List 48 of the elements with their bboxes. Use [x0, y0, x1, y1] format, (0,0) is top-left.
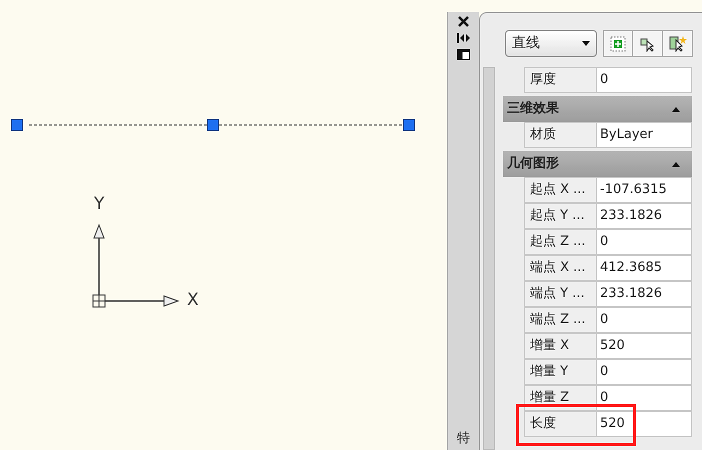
axis-label: Y	[94, 196, 104, 213]
collapse-icon[interactable]	[672, 162, 680, 166]
property-label: 厚度	[524, 67, 597, 93]
property-value[interactable]: -107.6315	[597, 177, 692, 203]
property-label: 端点 Y ...	[524, 281, 597, 307]
grip-handle[interactable]	[207, 119, 219, 131]
property-value[interactable]: 520	[597, 411, 692, 437]
object-type-dropdown[interactable]: 直线	[505, 30, 597, 57]
quick-select-button[interactable]	[663, 30, 693, 57]
close-icon[interactable]	[458, 16, 469, 27]
grip-handle[interactable]	[11, 119, 23, 131]
category-header[interactable]: 三维效果	[503, 96, 692, 122]
property-value[interactable]: ByLayer	[597, 122, 692, 148]
property-label: 端点 Z ...	[524, 307, 597, 333]
scrollbar[interactable]	[483, 67, 495, 450]
property-value[interactable]: 233.1826	[597, 281, 692, 307]
property-label: 增量 Y	[524, 359, 597, 385]
property-value[interactable]: 520	[597, 333, 692, 359]
property-label: 起点 X ...	[524, 177, 597, 203]
property-label: 端点 X ...	[524, 255, 597, 281]
property-value[interactable]: 233.1826	[597, 203, 692, 229]
property-value[interactable]: 412.3685	[597, 255, 692, 281]
property-label: 起点 Z ...	[524, 229, 597, 255]
ucs-icon	[91, 223, 181, 309]
palette-title: 特	[457, 432, 470, 446]
toggle-pickadd-button[interactable]	[603, 30, 633, 57]
add-selection-icon	[610, 36, 626, 52]
property-value[interactable]: 0	[597, 67, 692, 93]
collapse-icon[interactable]	[672, 106, 680, 112]
property-label: 长度	[524, 411, 597, 437]
property-value[interactable]: 0	[597, 385, 692, 411]
caret-icon	[582, 41, 590, 46]
category-header[interactable]: 几何图形	[503, 151, 692, 177]
category-title: 三维效果	[507, 100, 559, 118]
property-value[interactable]: 0	[597, 229, 692, 255]
auto-hide-icon[interactable]	[457, 33, 470, 43]
quick-select-icon	[668, 35, 686, 52]
property-label: 起点 Y ...	[524, 203, 597, 229]
property-value[interactable]: 0	[597, 307, 692, 333]
panel-icon[interactable]	[457, 49, 470, 60]
property-value[interactable]: 0	[597, 359, 692, 385]
axis-label: X	[187, 292, 199, 309]
cursor-icon	[638, 36, 656, 52]
property-label: 材质	[524, 122, 597, 148]
select-objects-button[interactable]	[633, 30, 663, 57]
category-title: 几何图形	[507, 155, 559, 174]
grip-handle[interactable]	[403, 119, 415, 131]
property-label: 增量 X	[524, 333, 597, 359]
